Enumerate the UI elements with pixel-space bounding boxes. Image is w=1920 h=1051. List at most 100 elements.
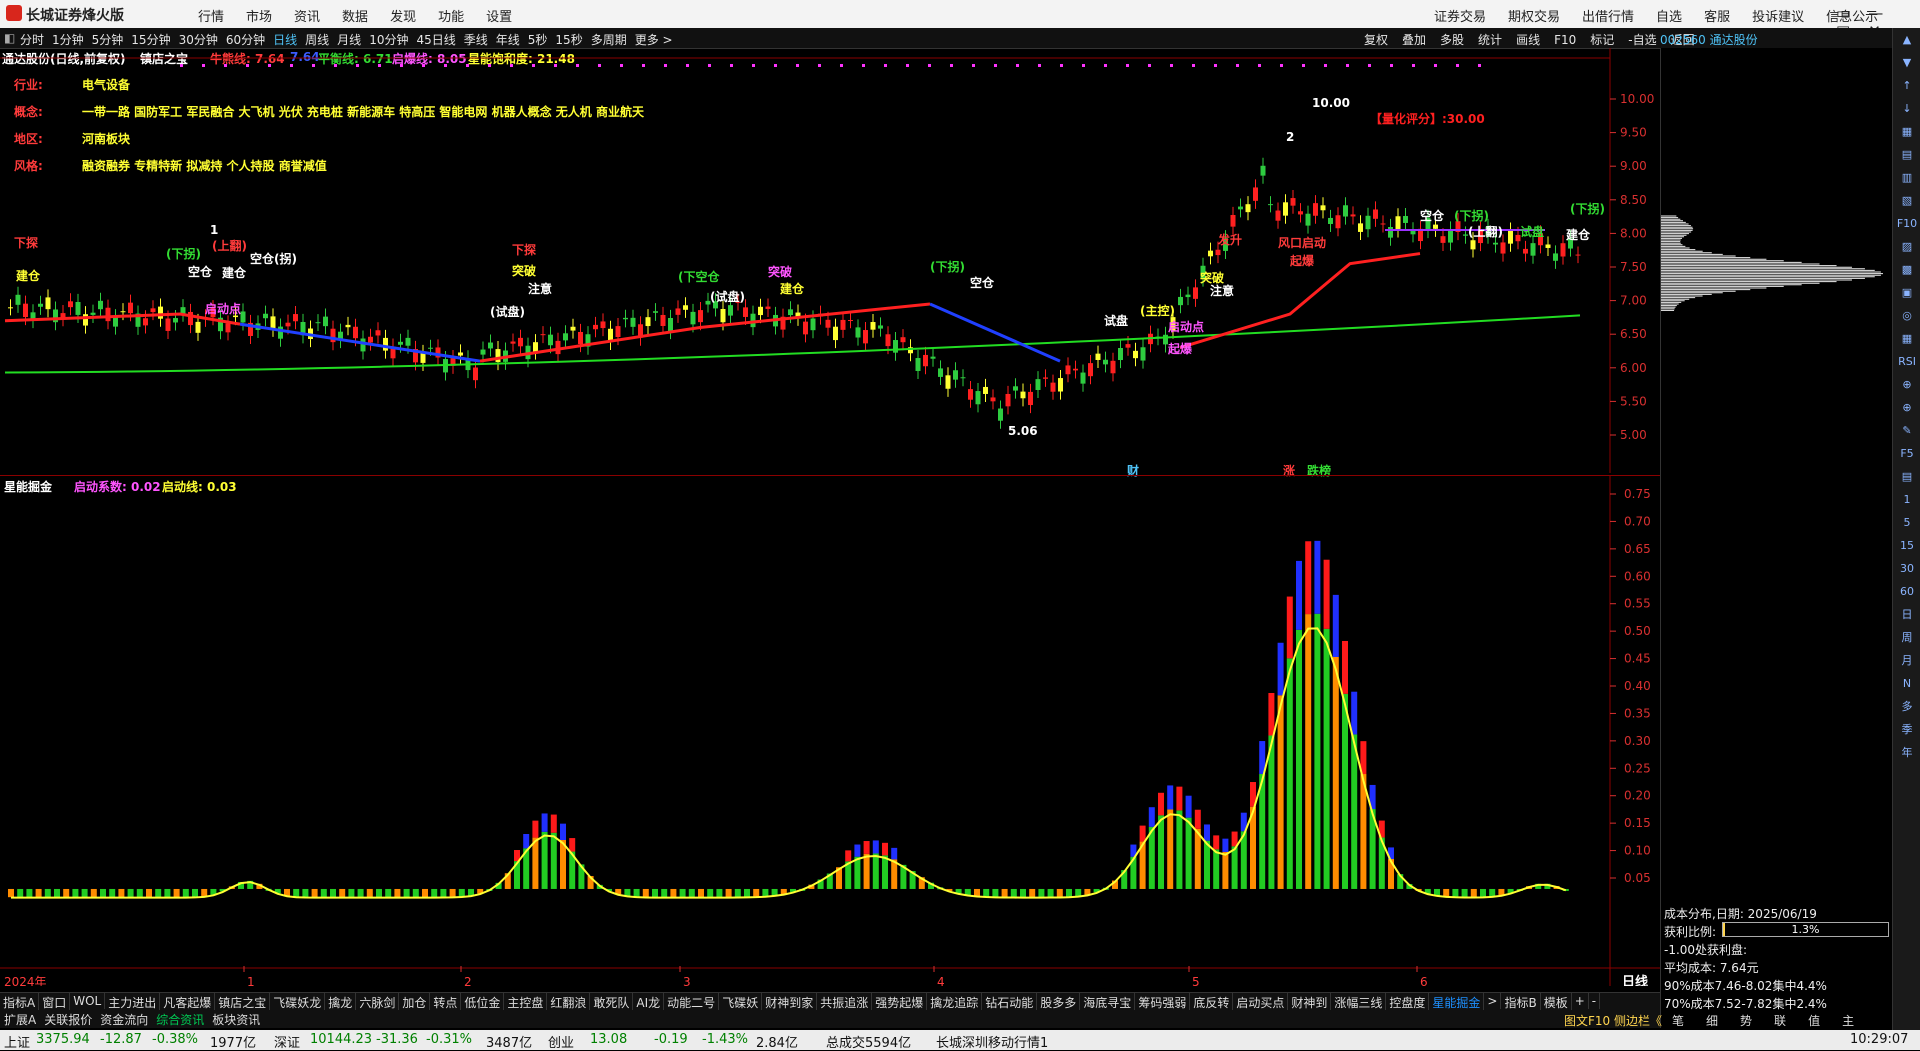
right-tab-3[interactable]: 联 bbox=[1774, 1014, 1786, 1028]
sidebar-item-11[interactable]: ▣ bbox=[1893, 281, 1920, 304]
period-tab-4[interactable]: 30分钟 bbox=[179, 33, 218, 47]
sidebar-item-9[interactable]: ▨ bbox=[1893, 235, 1920, 258]
period-tab-15[interactable]: 多周期 bbox=[591, 33, 627, 47]
sidebar-item-6[interactable]: ▥ bbox=[1893, 166, 1920, 189]
menu-item-2[interactable]: 资讯 bbox=[294, 10, 320, 25]
sidebar-item-17[interactable]: ✎ bbox=[1893, 419, 1920, 442]
period-tab-1[interactable]: 1分钟 bbox=[52, 33, 84, 47]
extension-tab-1[interactable]: 关联报价 bbox=[40, 1010, 96, 1029]
sidebar-item-30[interactable]: 季 bbox=[1893, 718, 1920, 741]
right-sidebar: ▲ ▼ ↑ ↓ ▦ ▤ ▥ ▧ F10 ▨ ▩ ▣ ◎ ▦ RSI ⊕ ⊕ ✎ F5 ▤ 1 5 15 30 60 日周月 N 多季年 bbox=[1892, 28, 1920, 1030]
window-control-0[interactable]: ▭ bbox=[1836, 4, 1850, 22]
sidebar-item-13[interactable]: ▦ bbox=[1893, 327, 1920, 350]
sidebar-item-16[interactable]: ⊕ bbox=[1893, 396, 1920, 419]
indicator-cap-139 bbox=[1286, 596, 1293, 659]
extension-tab-0[interactable]: 扩展A bbox=[0, 1010, 40, 1029]
sidebar-item-28[interactable]: N bbox=[1893, 672, 1920, 695]
tool-button-1[interactable]: 叠加 bbox=[1402, 33, 1426, 47]
indicator-y-tick-4: 0.55 bbox=[1624, 597, 1651, 611]
sidebar-item-14[interactable]: RSI bbox=[1893, 350, 1920, 373]
sidebar-item-8[interactable]: F10 bbox=[1893, 212, 1920, 235]
extension-tab-4[interactable]: 板块资讯 bbox=[208, 1010, 264, 1029]
tool-button-7[interactable]: -自选 bbox=[1628, 33, 1656, 47]
period-tab-3[interactable]: 15分钟 bbox=[131, 33, 170, 47]
right-menu-item-3[interactable]: 自选 bbox=[1656, 10, 1682, 25]
sidebar-item-29[interactable]: 多 bbox=[1893, 695, 1920, 718]
sidebar-item-23[interactable]: 30 bbox=[1893, 557, 1920, 580]
extension-tab-3[interactable]: 综合资讯 bbox=[152, 1010, 208, 1029]
right-tab-4[interactable]: 值 bbox=[1808, 1014, 1820, 1028]
period-tab-7[interactable]: 周线 bbox=[305, 33, 329, 47]
menu-item-1[interactable]: 市场 bbox=[246, 10, 272, 25]
right-tab-5[interactable]: 主 bbox=[1842, 1014, 1854, 1028]
sidebar-item-31[interactable]: 年 bbox=[1893, 741, 1920, 764]
right-tab-1[interactable]: 细 bbox=[1706, 1014, 1718, 1028]
sidebar-item-7[interactable]: ▧ bbox=[1893, 189, 1920, 212]
tool-button-2[interactable]: 多股 bbox=[1440, 33, 1464, 47]
f10-link[interactable]: 图文F10 bbox=[1564, 1014, 1610, 1028]
period-tab-12[interactable]: 年线 bbox=[496, 33, 520, 47]
right-menu-item-1[interactable]: 期权交易 bbox=[1508, 10, 1560, 25]
sidebar-item-19[interactable]: ▤ bbox=[1893, 465, 1920, 488]
sidebar-item-5[interactable]: ▤ bbox=[1893, 143, 1920, 166]
menu-item-3[interactable]: 数据 bbox=[342, 10, 368, 25]
sidebar-item-20[interactable]: 1 bbox=[1893, 488, 1920, 511]
stock-code-box[interactable]: 002560 通达股份 bbox=[1660, 31, 1758, 48]
menu-item-0[interactable]: 行情 bbox=[198, 10, 224, 25]
sidebar-item-12[interactable]: ◎ bbox=[1893, 304, 1920, 327]
period-tab-14[interactable]: 15秒 bbox=[555, 33, 582, 47]
sidebar-item-2[interactable]: ↑ bbox=[1893, 74, 1920, 97]
sidebar-item-15[interactable]: ⊕ bbox=[1893, 373, 1920, 396]
indicator-tab-36[interactable]: - bbox=[1589, 993, 1601, 1009]
sidebar-item-22[interactable]: 15 bbox=[1893, 534, 1920, 557]
sidebar-item-25[interactable]: 日 bbox=[1893, 603, 1920, 626]
indicator-tab-35[interactable]: + bbox=[1572, 993, 1589, 1009]
sidebar-item-3[interactable]: ↓ bbox=[1893, 97, 1920, 120]
period-tab-10[interactable]: 45日线 bbox=[416, 33, 455, 47]
indicator-bar-157 bbox=[1452, 888, 1459, 897]
sidebar-item-10[interactable]: ▩ bbox=[1893, 258, 1920, 281]
tool-button-3[interactable]: 统计 bbox=[1478, 33, 1502, 47]
menu-item-4[interactable]: 发现 bbox=[390, 10, 416, 25]
right-menu-item-2[interactable]: 出借行情 bbox=[1582, 10, 1634, 25]
sidebar-link[interactable]: 侧边栏《 bbox=[1614, 1014, 1662, 1028]
right-menu-item-4[interactable]: 客服 bbox=[1704, 10, 1730, 25]
indicator-x-label-1: 1 bbox=[247, 975, 255, 986]
extension-tab-2[interactable]: 资金流向 bbox=[96, 1010, 152, 1029]
sidebar-item-24[interactable]: 60 bbox=[1893, 580, 1920, 603]
indicator-tab-2[interactable]: WOL bbox=[70, 993, 106, 1009]
period-tab-2[interactable]: 5分钟 bbox=[92, 33, 124, 47]
indicator-bar-156 bbox=[1443, 888, 1450, 897]
right-menu-item-5[interactable]: 投诉建议 bbox=[1752, 10, 1804, 25]
indicator-panel[interactable]: 星能掘金 启动系数: 0.02 启动线: 0.03 0.75 0.70 0.65 0.… bbox=[0, 475, 1660, 986]
kline-chart[interactable]: 通达股份(日线,前复权) 镇店之宝 牛熊线: 7.64 7.64 平衡线: 6.… bbox=[0, 48, 1660, 478]
period-tab-8[interactable]: 月线 bbox=[337, 33, 361, 47]
tool-button-4[interactable]: 画线 bbox=[1516, 33, 1540, 47]
menu-item-6[interactable]: 设置 bbox=[486, 10, 512, 25]
period-tab-16[interactable]: 更多 > bbox=[635, 33, 673, 47]
sidebar-item-18[interactable]: F5 bbox=[1893, 442, 1920, 465]
period-tab-9[interactable]: 10分钟 bbox=[369, 33, 408, 47]
period-tab-0[interactable]: 分时 bbox=[20, 33, 44, 47]
period-tab-6[interactable]: 日线 bbox=[273, 33, 297, 47]
sidebar-item-0[interactable]: ▲ bbox=[1893, 28, 1920, 51]
indicator-tab-32[interactable]: > bbox=[1484, 993, 1502, 1009]
menu-item-5[interactable]: 功能 bbox=[438, 10, 464, 25]
sidebar-item-4[interactable]: ▦ bbox=[1893, 120, 1920, 143]
sidebar-item-27[interactable]: 月 bbox=[1893, 649, 1920, 672]
tool-button-0[interactable]: 复权 bbox=[1364, 33, 1388, 47]
right-tab-2[interactable]: 势 bbox=[1740, 1014, 1752, 1028]
sidebar-item-21[interactable]: 5 bbox=[1893, 511, 1920, 534]
sidebar-item-26[interactable]: 周 bbox=[1893, 626, 1920, 649]
sidebar-item-1[interactable]: ▼ bbox=[1893, 51, 1920, 74]
kline-annotation-24: 注意 bbox=[1210, 284, 1235, 298]
tool-button-6[interactable]: 标记 bbox=[1590, 33, 1614, 47]
tool-button-5[interactable]: F10 bbox=[1554, 33, 1576, 47]
panel-toggle-icon[interactable]: ◧ bbox=[4, 31, 15, 45]
right-tab-0[interactable]: 笔 bbox=[1672, 1014, 1684, 1028]
period-tab-5[interactable]: 60分钟 bbox=[226, 33, 265, 47]
window-control-1[interactable]: — bbox=[1868, 4, 1883, 22]
period-tab-11[interactable]: 季线 bbox=[464, 33, 488, 47]
period-tab-13[interactable]: 5秒 bbox=[528, 33, 548, 47]
right-menu-item-0[interactable]: 证券交易 bbox=[1434, 10, 1486, 25]
